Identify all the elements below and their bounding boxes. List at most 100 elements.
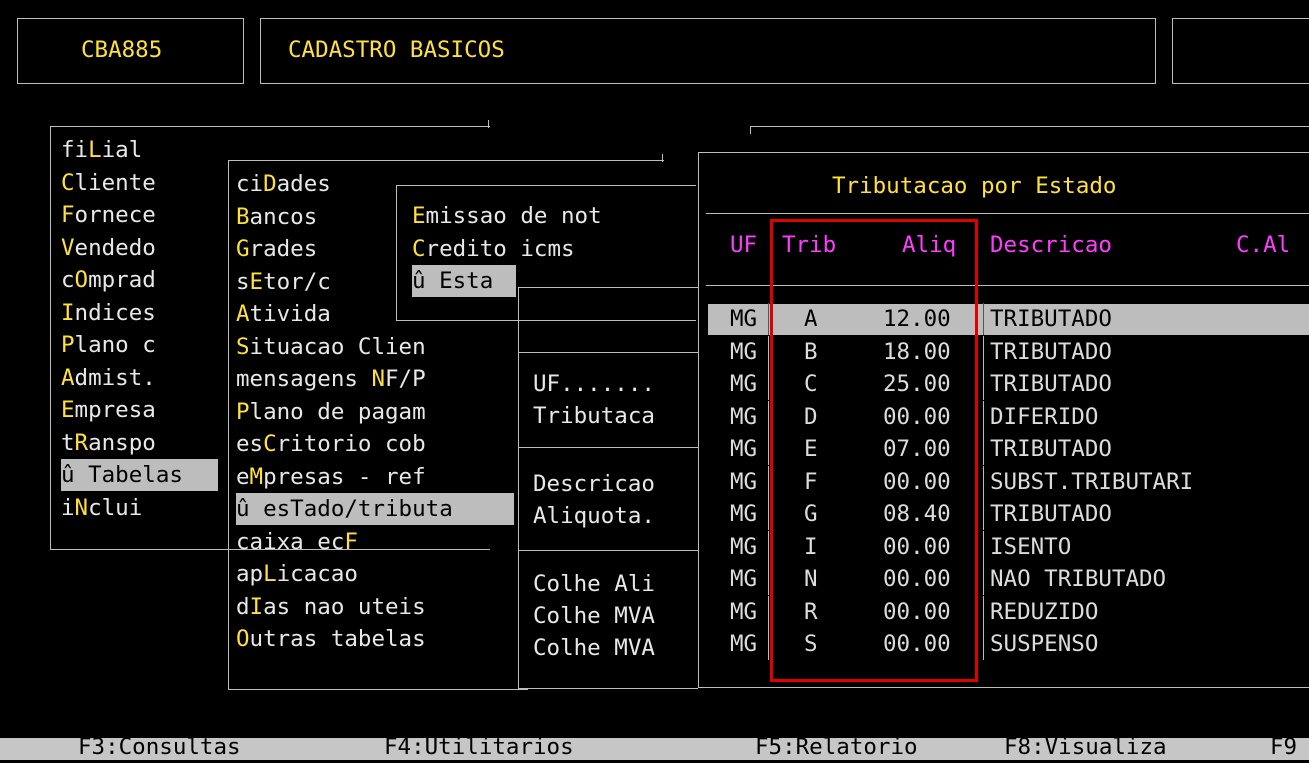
cell-uf: MG bbox=[730, 533, 758, 560]
cell-uf: MG bbox=[730, 403, 758, 430]
column-separator bbox=[768, 335, 769, 368]
menu1-item-text: t bbox=[61, 429, 75, 456]
menu1-item-hotkey: N bbox=[74, 494, 89, 521]
menu2-item-text-rest: presas - ref bbox=[263, 463, 426, 490]
menu1-item-hotkey: V bbox=[61, 234, 75, 261]
column-separator bbox=[983, 595, 984, 628]
menu2-item-text: ap bbox=[236, 561, 264, 587]
cell-desc: TRIBUTADO bbox=[990, 306, 1112, 332]
menu2-item[interactable]: eMpresas - ref bbox=[236, 461, 426, 493]
colhe-mva-field-1[interactable]: Colhe MVA bbox=[533, 600, 655, 632]
menu2-item-hotkey: S bbox=[236, 333, 250, 360]
menu2-item[interactable]: apLicacao bbox=[236, 558, 358, 590]
colhe-mva-field-2[interactable]: Colhe MVA bbox=[533, 632, 655, 664]
aliquota-field-label[interactable]: Aliquota. bbox=[533, 500, 655, 532]
menu1-item-text-rest: ornece bbox=[74, 202, 156, 228]
menu2-item-text-rest: ades bbox=[276, 171, 331, 197]
menu2-item-text-rest: tor/c bbox=[263, 268, 331, 295]
menu1-item[interactable]: Indices bbox=[61, 297, 156, 329]
column-separator bbox=[983, 335, 984, 368]
menu2-item-text-rest: ancos bbox=[249, 203, 318, 230]
menu1-item-text: i bbox=[61, 494, 75, 521]
menu1-item-hotkey: L bbox=[88, 137, 102, 163]
cell-desc: SUSPENSO bbox=[990, 631, 1099, 657]
menu2-item[interactable]: mensagens NF/P bbox=[236, 363, 426, 395]
cell-desc: ISENTO bbox=[990, 533, 1072, 560]
program-code: CBA885 bbox=[81, 37, 163, 63]
menu3-item[interactable]: û Esta bbox=[412, 265, 516, 297]
menu2-top-border bbox=[228, 160, 664, 161]
menu3-item-text-rest: missao de not bbox=[425, 203, 602, 229]
menu1-item-text-rest: liente bbox=[74, 169, 156, 196]
menu2-item[interactable]: Bancos bbox=[236, 201, 317, 233]
cell-uf: MG bbox=[730, 371, 758, 397]
column-separator bbox=[983, 498, 984, 530]
menu2-item-text-rest: utras tabelas bbox=[249, 626, 426, 652]
f5-relatorio-key[interactable]: F5:Relatorio bbox=[755, 731, 918, 763]
menu1-item-text-rest: mpresa bbox=[74, 397, 156, 423]
uf-field-label[interactable]: UF....... bbox=[533, 368, 655, 400]
menu1-item-hotkey: C bbox=[61, 169, 75, 196]
colhe-ali-field[interactable]: Colhe Ali bbox=[533, 568, 655, 600]
cell-uf: MG bbox=[730, 631, 758, 657]
menu1-item-text-rest: endedo bbox=[74, 234, 156, 261]
tributacao-field-label[interactable]: Tributaca bbox=[533, 400, 655, 432]
menu2-item[interactable]: Situacao Clien bbox=[236, 331, 426, 363]
menu1-item-text-rest: anspo bbox=[88, 429, 156, 456]
menu1-item[interactable]: Fornece bbox=[61, 199, 156, 231]
cell-uf: MG bbox=[730, 436, 758, 462]
menu1-item-hotkey: A bbox=[61, 364, 75, 391]
function-key-bar: F3:Consultas F4:Utilitarios F5:Relatorio… bbox=[0, 734, 1309, 760]
menu2-item-hotkey: L bbox=[263, 561, 277, 587]
menu3-item-hotkey: C bbox=[412, 235, 426, 262]
menu2-item[interactable]: esCritorio cob bbox=[236, 428, 426, 460]
menu2-item-text-rest: F/P bbox=[385, 366, 426, 392]
cell-desc: TRIBUTADO bbox=[990, 338, 1112, 365]
f8-visualiza-key[interactable]: F8:Visualiza bbox=[1004, 731, 1167, 763]
menu1-item[interactable]: iNclui bbox=[61, 492, 142, 524]
menu2-item-text-rest: icacao bbox=[276, 561, 358, 587]
menu2-item[interactable]: dIas nao uteis bbox=[236, 591, 426, 623]
menu1-item[interactable]: Empresa bbox=[61, 394, 156, 426]
column-separator bbox=[768, 465, 769, 498]
column-separator bbox=[768, 400, 769, 433]
col-header-descricao: Descricao bbox=[990, 232, 1112, 258]
menu1-item[interactable]: Admist. bbox=[61, 362, 156, 394]
column-separator bbox=[768, 595, 769, 628]
column-separator bbox=[768, 303, 769, 335]
descricao-field-label[interactable]: Descricao bbox=[533, 468, 655, 500]
menu1-item[interactable]: fiLial bbox=[61, 134, 142, 166]
menu2-item[interactable]: û esTado/tributa bbox=[236, 493, 514, 525]
menu1-item[interactable]: Plano c bbox=[61, 329, 156, 361]
menu1-item[interactable]: û Tabelas bbox=[61, 459, 218, 491]
menu2-item[interactable]: Ativida bbox=[236, 298, 331, 330]
menu3-item[interactable]: Emissao de not bbox=[412, 200, 602, 232]
menu2-item-text: ci bbox=[236, 171, 264, 197]
f4-utilitarios-key[interactable]: F4:Utilitarios bbox=[384, 731, 574, 763]
menu1-item[interactable]: Vendedo bbox=[61, 232, 156, 264]
menu2-item[interactable]: sEtor/c bbox=[236, 266, 331, 298]
menu1-item-text-rest: clui bbox=[88, 494, 143, 521]
menu2-item[interactable]: Grades bbox=[236, 233, 317, 265]
f3-consultas-key[interactable]: F3:Consultas bbox=[78, 731, 241, 763]
menu1-item[interactable]: cOmprad bbox=[61, 264, 156, 296]
bg-panel-top-corner bbox=[750, 126, 751, 134]
menu2-item-text: û esTado/tributa bbox=[236, 496, 453, 522]
highlight-box bbox=[770, 219, 978, 682]
menu3-item[interactable]: Credito icms bbox=[412, 233, 575, 265]
menu2-item[interactable]: Outras tabelas bbox=[236, 623, 426, 655]
menu1-item-hotkey: R bbox=[74, 429, 89, 456]
menu2-item[interactable]: caixa ecF bbox=[236, 526, 358, 558]
menu1-item[interactable]: Cliente bbox=[61, 167, 156, 199]
menu2-top-corner bbox=[662, 154, 663, 162]
menu2-item-text-rest: ritorio cob bbox=[276, 431, 426, 457]
menu1-item[interactable]: tRanspo bbox=[61, 427, 156, 459]
f9-key[interactable]: F9 bbox=[1270, 731, 1297, 763]
menu1-item-hotkey: O bbox=[74, 267, 89, 293]
menu2-item-text: s bbox=[236, 268, 250, 295]
column-separator bbox=[768, 433, 769, 465]
menu2-item[interactable]: Plano de pagam bbox=[236, 396, 426, 428]
menu1-item-text: û Tabelas bbox=[61, 462, 183, 488]
menu1-item-text: fi bbox=[61, 137, 89, 163]
menu2-item[interactable]: ciDades bbox=[236, 168, 331, 200]
